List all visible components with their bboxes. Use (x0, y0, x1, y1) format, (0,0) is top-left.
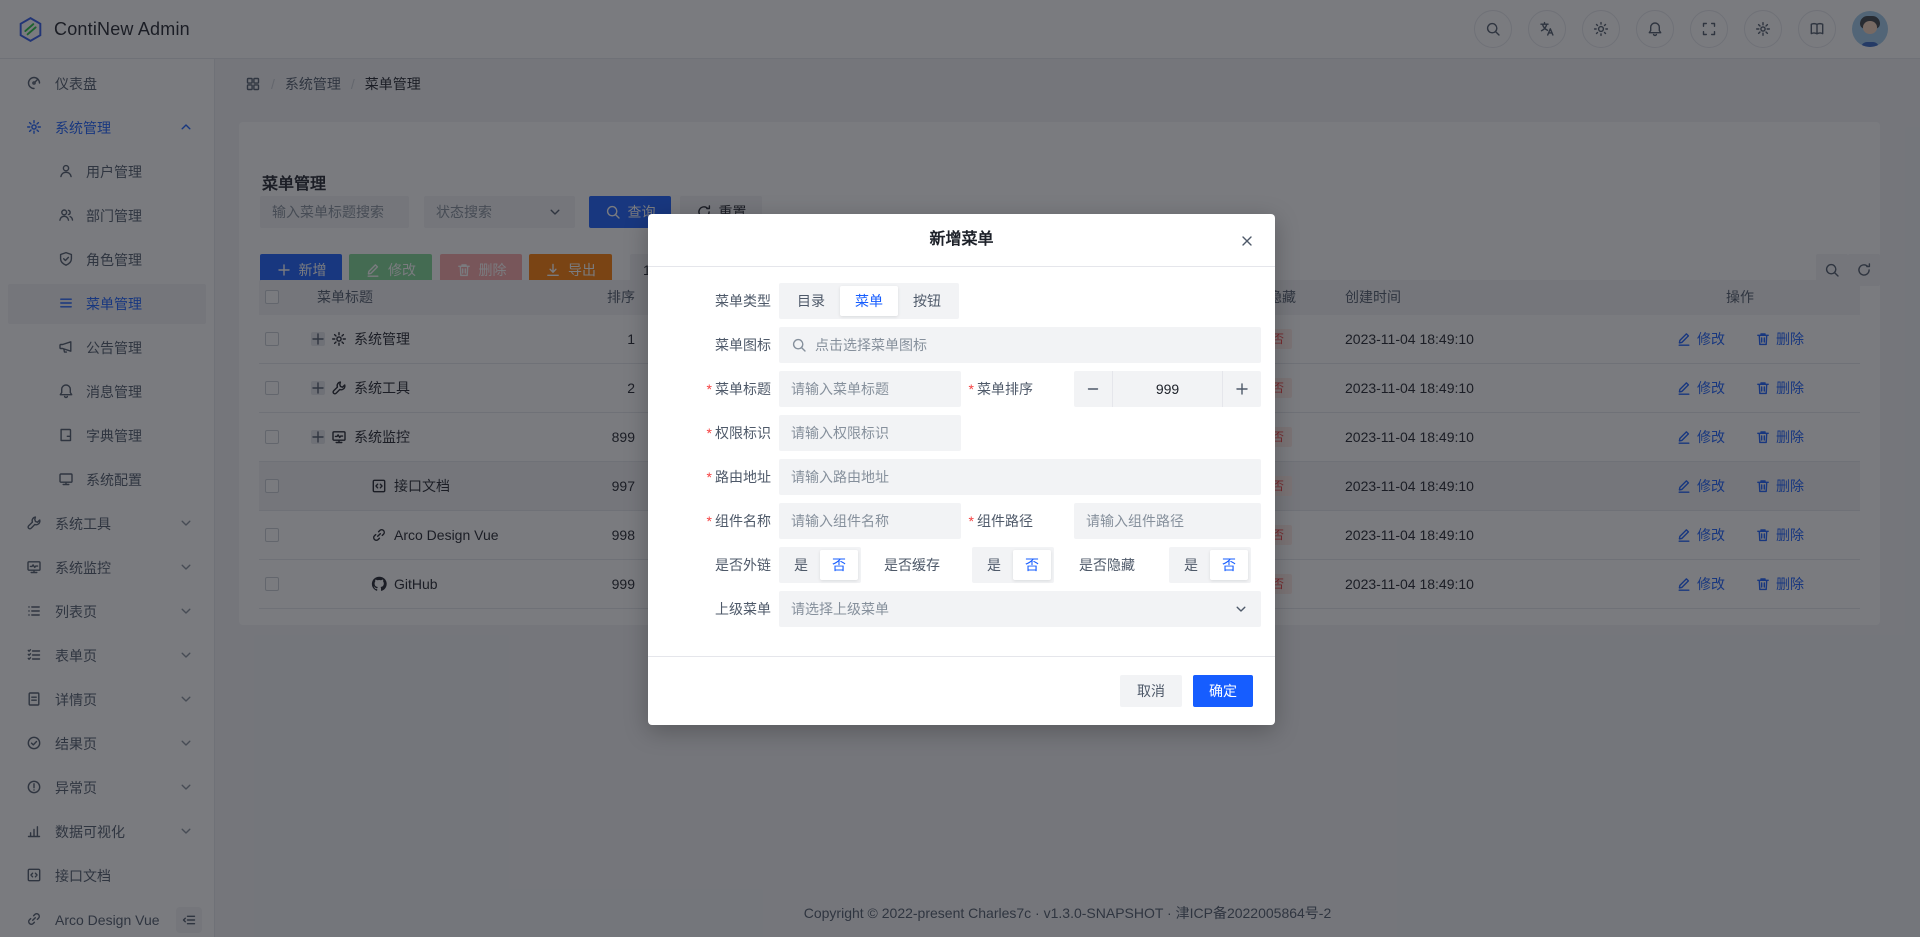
component-path-input[interactable] (1074, 503, 1261, 539)
permission-row: 权限标识 (674, 415, 1261, 451)
cancel-button[interactable]: 取消 (1120, 675, 1182, 707)
route-row: 路由地址 (674, 459, 1261, 495)
component-name-input[interactable] (779, 503, 961, 539)
route-label: 路由地址 (674, 459, 771, 495)
close-icon[interactable] (1239, 233, 1255, 252)
option-是[interactable]: 是 (975, 550, 1013, 580)
menu-title-input[interactable] (779, 371, 961, 407)
option-菜单[interactable]: 菜单 (840, 286, 898, 316)
menu-sort-stepper: 999 (1074, 371, 1261, 407)
search-icon (791, 337, 807, 353)
menu-icon-label: 菜单图标 (674, 327, 771, 363)
component-row: 组件名称 组件路径 (674, 503, 1261, 539)
parent-menu-select[interactable]: 请选择上级菜单 (779, 591, 1261, 627)
menu-icon-picker[interactable] (779, 327, 1261, 363)
menu-icon-row: 菜单图标 (674, 327, 1261, 363)
parent-menu-row: 上级菜单 请选择上级菜单 (674, 591, 1261, 627)
external-label: 是否外链 (674, 547, 771, 583)
menu-sort-label: 菜单排序 (936, 371, 1033, 407)
permission-input[interactable] (779, 415, 961, 451)
minus-icon (1085, 381, 1101, 397)
route-input[interactable] (779, 459, 1261, 495)
option-按钮[interactable]: 按钮 (898, 286, 956, 316)
confirm-button[interactable]: 确定 (1193, 675, 1253, 707)
option-目录[interactable]: 目录 (782, 286, 840, 316)
option-是[interactable]: 是 (1172, 550, 1210, 580)
menu-type-radio-group: 目录菜单按钮 (779, 283, 959, 319)
menu-type-label: 菜单类型 (674, 283, 771, 319)
component-path-label: 组件路径 (936, 503, 1033, 539)
app: { "colors": { "primary": "#165DFF", "suc… (0, 0, 1920, 937)
option-否[interactable]: 否 (1210, 550, 1248, 580)
minus-button[interactable] (1074, 371, 1112, 407)
chevron-down-icon (1233, 601, 1249, 617)
cache-label: 是否缓存 (843, 547, 940, 583)
add-menu-modal: 新增菜单 菜单类型 目录菜单按钮 菜单图标 菜单标题 菜单排序 999 权限标识… (648, 214, 1275, 725)
hidden-toggle: 是否 (1169, 547, 1251, 583)
hidden-label: 是否隐藏 (1038, 547, 1135, 583)
menu-title-row: 菜单标题 菜单排序 999 (674, 371, 1261, 407)
menu-icon-input[interactable] (815, 337, 1249, 353)
switches-row: 是否外链 是否 是否缓存 是否 是否隐藏 是否 (674, 547, 1261, 583)
modal-footer-divider (648, 656, 1275, 657)
menu-title-label: 菜单标题 (674, 371, 771, 407)
plus-icon (1234, 381, 1250, 397)
parent-menu-label: 上级菜单 (674, 591, 771, 627)
permission-label: 权限标识 (674, 415, 771, 451)
option-是[interactable]: 是 (782, 550, 820, 580)
menu-sort-value[interactable]: 999 (1112, 371, 1223, 407)
close-x-icon (1239, 233, 1255, 249)
plus-button[interactable] (1223, 371, 1261, 407)
component-name-label: 组件名称 (674, 503, 771, 539)
modal-title: 新增菜单 (648, 214, 1275, 266)
modal-header: 新增菜单 (648, 214, 1275, 267)
menu-type-row: 菜单类型 目录菜单按钮 (674, 283, 1261, 319)
